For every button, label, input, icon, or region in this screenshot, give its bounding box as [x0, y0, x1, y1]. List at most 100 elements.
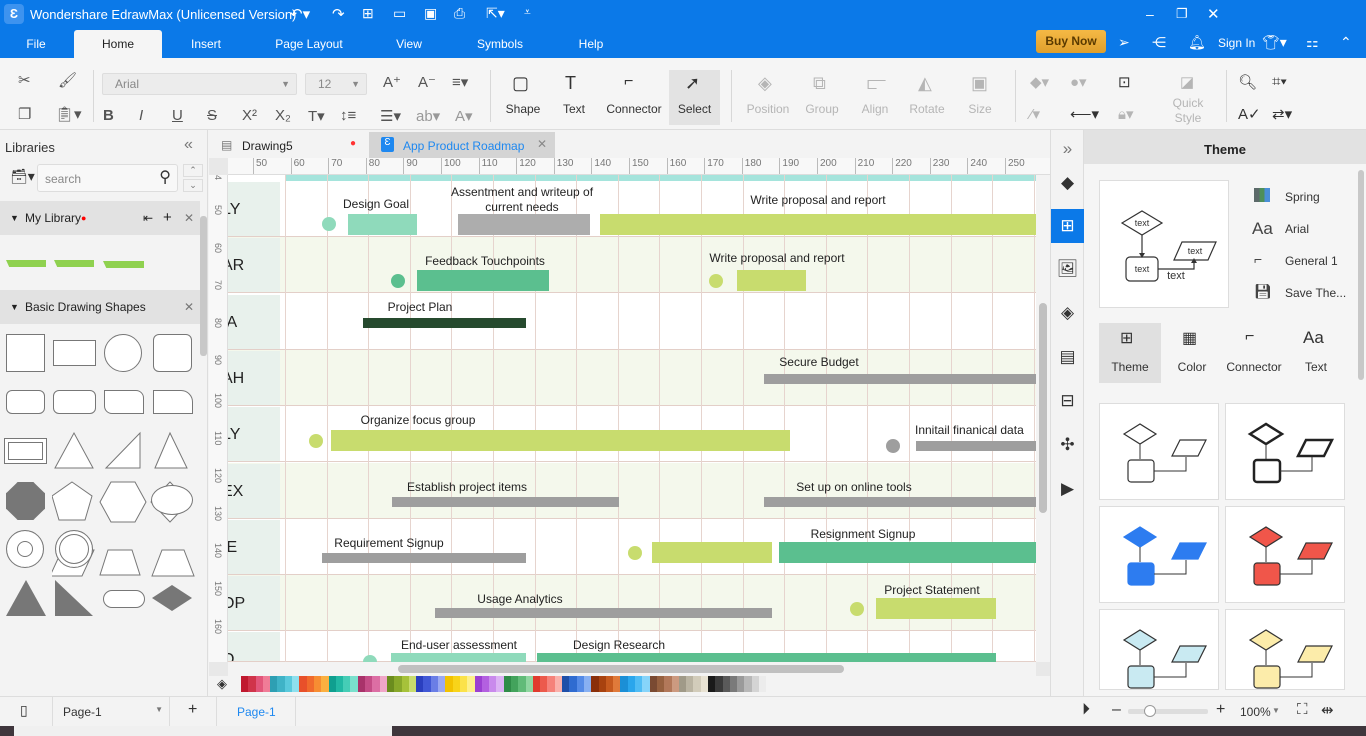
search-icon[interactable]: ⚲ [159, 167, 171, 187]
send-icon[interactable]: ➢ [1118, 34, 1130, 51]
theme-option-font[interactable]: Arial [1285, 222, 1309, 236]
lock-icon[interactable]: 🔒︎▾ [1118, 105, 1134, 123]
color-swatch[interactable] [489, 676, 497, 692]
color-swatch[interactable] [562, 676, 570, 692]
color-swatch[interactable] [306, 676, 314, 692]
color-swatch[interactable] [532, 676, 541, 692]
library-item[interactable] [6, 260, 46, 267]
library-manager-icon[interactable]: 🗃︎▾ [10, 168, 35, 185]
italic-icon[interactable]: I [139, 107, 143, 124]
shape-donut[interactable] [6, 530, 44, 568]
library-item[interactable] [54, 260, 94, 267]
color-swatch[interactable] [467, 676, 475, 692]
close-button[interactable]: ✕ [1207, 5, 1220, 23]
color-swatch[interactable] [335, 676, 344, 692]
page-panel-icon[interactable]: ▯ [20, 702, 28, 719]
color-swatch[interactable] [430, 676, 439, 692]
page-list-icon[interactable]: ▤ [1051, 340, 1084, 374]
add-page-button[interactable]: + [188, 701, 197, 719]
task-bar[interactable] [458, 214, 590, 235]
color-swatch[interactable] [313, 676, 322, 692]
customize-icon[interactable]: ⩡ [524, 5, 531, 20]
bold-icon[interactable]: B [103, 107, 114, 124]
color-swatch[interactable] [591, 676, 599, 692]
fullscreen-icon[interactable]: ⛶ [1297, 701, 1308, 718]
color-swatch[interactable] [744, 676, 752, 692]
color-swatch[interactable] [241, 676, 249, 692]
layers-icon[interactable]: ◈ [1051, 296, 1084, 330]
apps-icon[interactable]: ⚏ [1306, 34, 1319, 51]
color-swatch[interactable] [255, 676, 263, 692]
color-swatch[interactable] [554, 676, 563, 692]
presentation-icon[interactable]: ▶ [1051, 472, 1084, 506]
color-swatch[interactable] [576, 676, 584, 692]
theme-option-connector[interactable]: General 1 [1285, 254, 1338, 268]
color-swatch[interactable] [583, 676, 592, 692]
decrease-font-icon[interactable]: A⁻ [418, 73, 436, 91]
theme-option[interactable] [1099, 403, 1219, 500]
shape-capsule[interactable] [103, 590, 145, 608]
color-swatch[interactable] [686, 676, 694, 692]
color-swatch[interactable] [299, 676, 307, 692]
shadow-icon[interactable]: ●▾ [1070, 73, 1087, 91]
color-swatch[interactable] [474, 676, 482, 692]
collapse-panel-icon[interactable]: « [184, 136, 193, 154]
shape-rounded-rect-2[interactable] [53, 390, 96, 414]
color-swatch[interactable] [445, 676, 453, 692]
rotate-button[interactable]: Rotate [903, 102, 951, 116]
color-swatch[interactable] [372, 676, 380, 692]
task-bar[interactable] [652, 542, 772, 563]
milestone-dot[interactable] [309, 434, 323, 448]
color-swatch[interactable] [664, 676, 672, 692]
color-swatch[interactable] [620, 676, 628, 692]
color-swatch[interactable] [343, 676, 351, 692]
shape-rounded-rect[interactable] [6, 390, 45, 414]
group-button[interactable]: Group [800, 102, 844, 116]
fill-bucket-icon[interactable]: ◆ [1051, 166, 1084, 200]
open-folder-icon[interactable]: ▭ [393, 5, 406, 22]
text-style-icon[interactable]: T▾ [308, 107, 325, 125]
color-swatch[interactable] [292, 676, 300, 692]
align-button[interactable]: Align [853, 102, 897, 116]
task-bar[interactable] [435, 608, 772, 618]
text-tool-icon[interactable]: T [565, 73, 576, 94]
color-swatch[interactable] [525, 676, 533, 692]
shape-rounded-square[interactable] [153, 334, 192, 372]
subscript-icon[interactable]: X₂ [275, 107, 291, 124]
color-swatch[interactable] [350, 676, 358, 692]
color-swatch[interactable] [438, 676, 446, 692]
line-spacing-icon[interactable]: ↕≡ [340, 107, 356, 124]
shape-icon[interactable]: ▢ [512, 73, 529, 94]
color-swatch[interactable] [627, 676, 636, 692]
spell-check-icon[interactable]: A✓ [1238, 105, 1261, 123]
minimize-button[interactable]: – [1146, 6, 1154, 22]
cut-icon[interactable]: ✂ [18, 71, 31, 89]
color-swatch[interactable] [284, 676, 293, 692]
shape-rectangle[interactable] [53, 340, 96, 366]
connector-button[interactable]: Connector [602, 102, 666, 116]
milestone-dot[interactable] [363, 655, 377, 662]
tab-app-product-roadmap[interactable]: Ɛ App Product Roadmap ✕ [369, 132, 555, 159]
tab-drawing5[interactable]: ▤ Drawing5 ● [209, 132, 369, 159]
export-icon[interactable]: ⇱▾ [486, 5, 505, 22]
increase-font-icon[interactable]: A⁺ [383, 73, 401, 91]
color-swatch[interactable] [328, 676, 336, 692]
milestone-dot[interactable] [886, 439, 900, 453]
sign-in-link[interactable]: Sign In [1218, 36, 1255, 50]
milestone-dot[interactable] [850, 602, 864, 616]
crop-icon[interactable]: ⌗▾ [1272, 73, 1287, 90]
panel-scrollbar[interactable] [200, 216, 207, 356]
color-swatch[interactable] [401, 676, 409, 692]
scroll-down-button[interactable]: ⌄ [183, 179, 203, 192]
shape-triangle-3[interactable] [6, 580, 46, 616]
color-swatch[interactable] [321, 676, 329, 692]
zoom-slider-handle[interactable] [1144, 705, 1156, 717]
color-swatch[interactable] [613, 676, 621, 692]
redo-icon[interactable]: ↷ [332, 5, 345, 23]
align-text-icon[interactable]: ≡▾ [452, 73, 468, 91]
milestone-dot[interactable] [322, 217, 336, 231]
color-swatch[interactable] [423, 676, 431, 692]
color-swatch[interactable] [751, 676, 760, 692]
task-bar[interactable] [537, 653, 996, 662]
color-swatch[interactable] [547, 676, 555, 692]
